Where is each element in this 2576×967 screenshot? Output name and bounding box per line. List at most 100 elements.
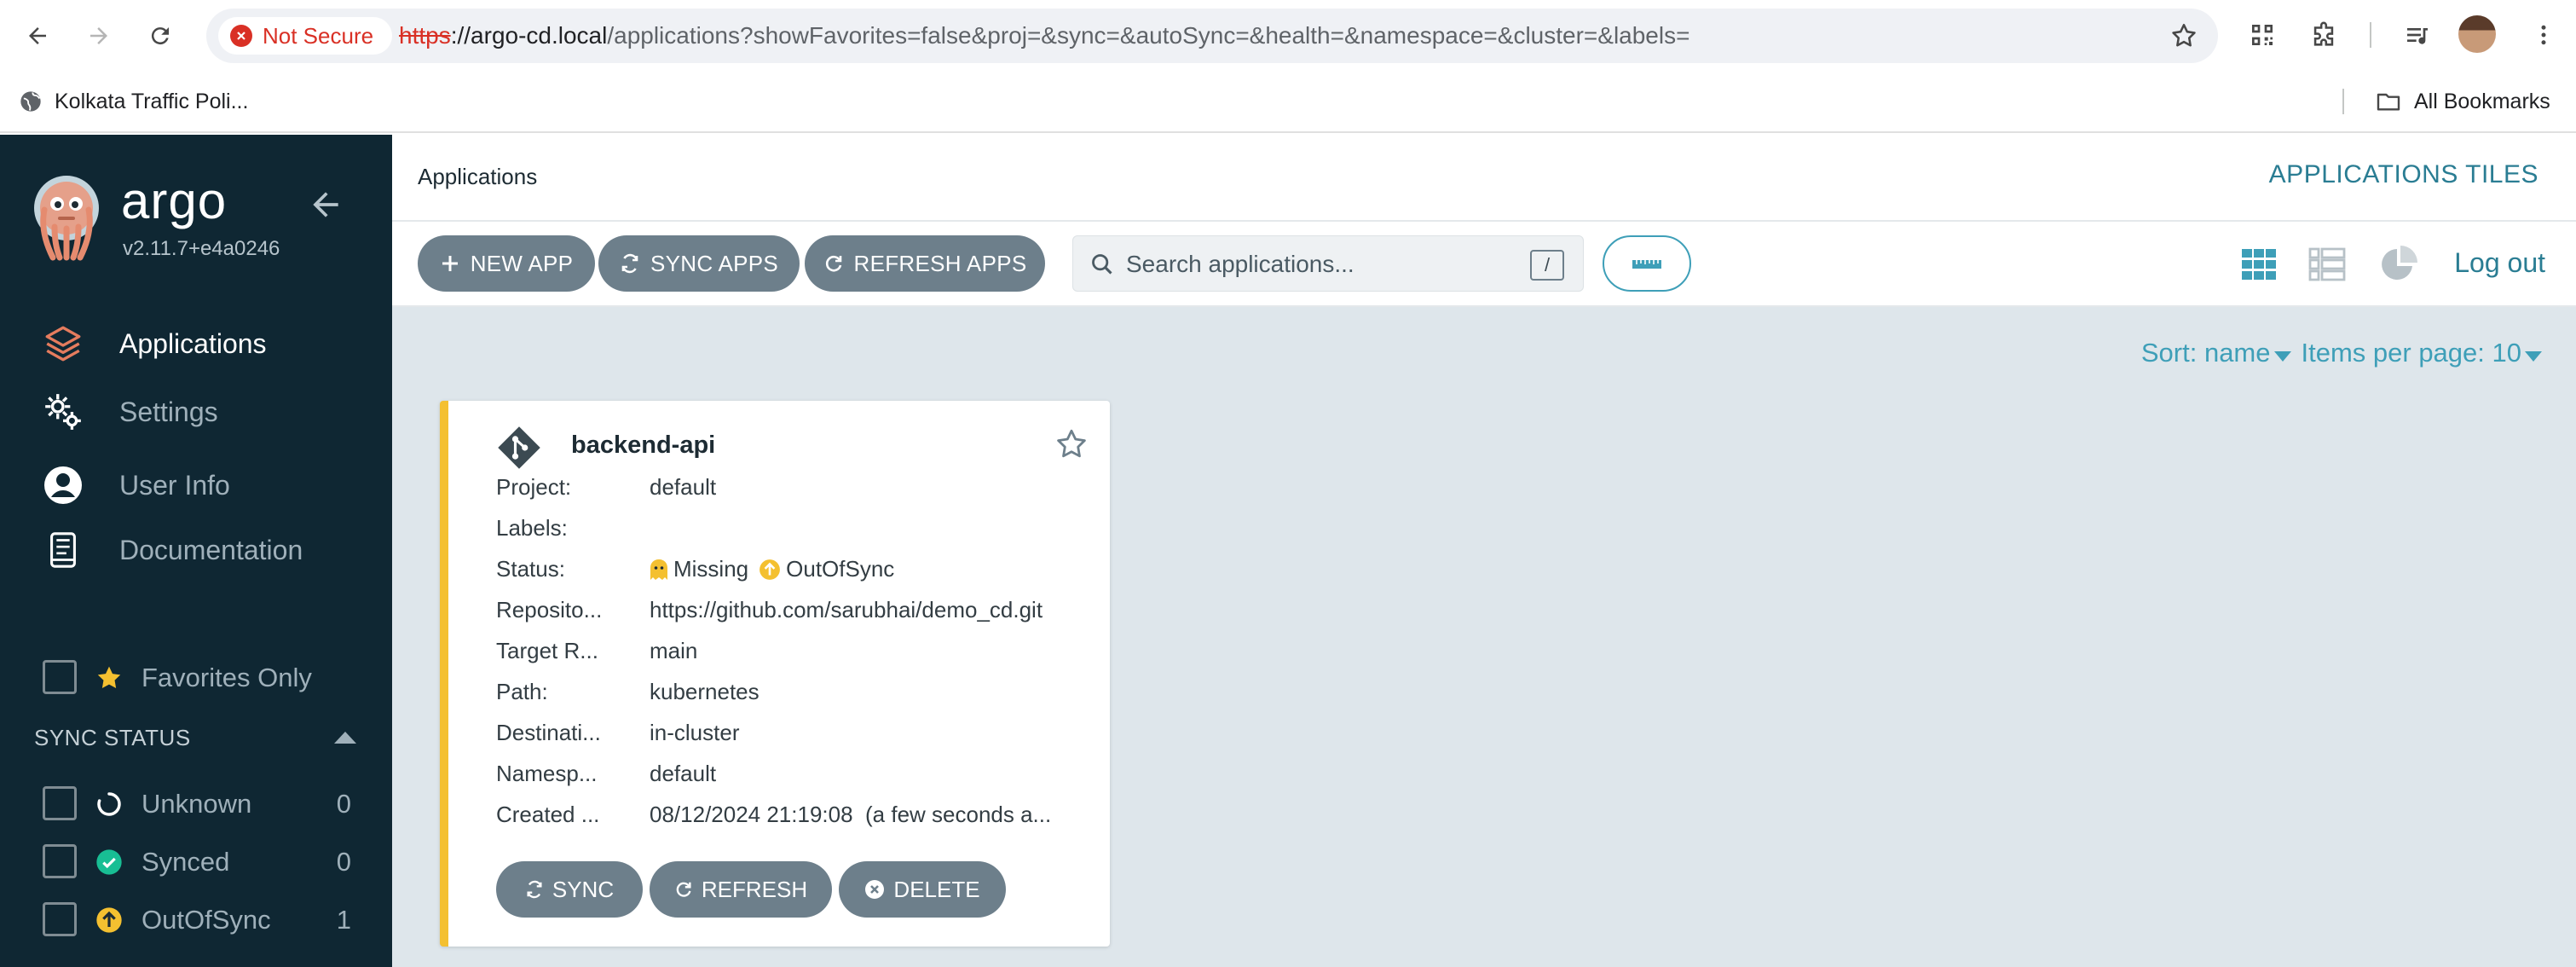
sync-status-heading: SYNC STATUS <box>34 725 191 750</box>
refresh-button[interactable]: REFRESH <box>650 861 832 918</box>
extensions-button[interactable] <box>2303 14 2344 55</box>
summary-pie-view-icon[interactable] <box>2378 244 2419 285</box>
list-view-icon[interactable] <box>2307 244 2348 285</box>
toolbar-divider <box>2370 22 2371 48</box>
favorites-checkbox[interactable] <box>43 660 77 694</box>
outofsync-checkbox[interactable] <box>43 902 77 936</box>
address-bar[interactable]: Not Secure https://argo-cd.local/applica… <box>206 9 2218 63</box>
search-shortcut-hint: / <box>1530 250 1564 281</box>
search-placeholder: Search applications... <box>1126 251 1354 277</box>
collapse-sync-status-icon[interactable] <box>334 732 356 744</box>
tiles-view-icon[interactable] <box>2238 244 2279 285</box>
breadcrumb[interactable]: Applications <box>418 164 537 190</box>
collapse-sidebar-icon[interactable] <box>307 186 344 223</box>
field-destination: Destinati... in-cluster <box>496 720 740 745</box>
field-repository: Reposito... https://github.com/sarubhai/d… <box>496 597 1043 622</box>
bookmark-kolkata-traffic[interactable]: Kolkata Traffic Poli... <box>19 70 248 133</box>
security-label: Not Secure <box>263 22 374 49</box>
folder-icon <box>2377 93 2400 111</box>
profile-avatar[interactable] <box>2458 15 2496 53</box>
search-input[interactable]: Search applications... / <box>1072 235 1584 292</box>
book-icon <box>41 528 85 572</box>
caret-down-icon <box>2525 351 2542 362</box>
security-chip[interactable]: Not Secure <box>218 17 393 55</box>
browser-toolbar: Not Secure https://argo-cd.local/applica… <box>0 0 2576 70</box>
sync-filter-synced: Synced 0 <box>0 836 392 887</box>
forward-button[interactable] <box>75 12 123 60</box>
refresh-apps-button[interactable]: REFRESH APPS <box>805 235 1045 292</box>
sync-filter-unknown: Unknown 0 <box>0 778 392 829</box>
brand-name: argo <box>121 172 228 229</box>
version-label: v2.11.7+e4a0246 <box>123 237 280 260</box>
items-per-page-dropdown[interactable]: Items per page: 10 <box>2302 338 2546 368</box>
sort-dropdown[interactable]: Sort: name <box>2141 338 2295 368</box>
circle-notch-icon <box>97 792 121 816</box>
redo-icon <box>825 255 841 272</box>
logout-link[interactable]: Log out <box>2454 247 2545 279</box>
health-status: Missing <box>673 556 749 582</box>
back-button[interactable] <box>14 12 61 60</box>
puzzle-icon <box>2313 21 2334 46</box>
globe-icon <box>20 91 41 112</box>
sync-icon <box>527 880 542 899</box>
unknown-checkbox[interactable] <box>43 786 77 820</box>
field-project: Project: default <box>496 474 717 500</box>
search-icon <box>1092 254 1112 275</box>
apps-toolbar: NEW APP SYNC APPS REFRESH APPS Search ap… <box>392 222 2576 307</box>
sync-apps-button[interactable]: SYNC APPS <box>598 235 800 292</box>
sort-controls: Sort: name Items per page: 10 <box>2141 338 2545 368</box>
plus-icon <box>442 256 458 271</box>
arrow-up-circle-icon <box>760 559 781 580</box>
field-namespace: Namesp... default <box>496 761 717 786</box>
favorite-star-icon[interactable] <box>1054 426 1089 462</box>
sync-button[interactable]: SYNC <box>496 861 643 918</box>
view-title: APPLICATIONS TILES <box>2268 160 2538 188</box>
ruler-icon <box>1632 260 1661 269</box>
field-status: Status: Missing OutOfSync <box>496 556 895 582</box>
bookmarks-divider <box>2342 89 2344 114</box>
arrow-right-icon <box>90 27 107 44</box>
star-outline-icon <box>2172 23 2196 47</box>
reload-button[interactable] <box>136 12 184 60</box>
nav-applications[interactable]: Applications <box>0 314 392 373</box>
sync-icon <box>621 253 638 274</box>
qr-code-button[interactable] <box>2242 14 2283 55</box>
gears-icon <box>41 390 85 434</box>
arrow-up-circle-icon <box>96 907 122 933</box>
star-filled-icon <box>97 666 121 688</box>
page-header: Applications APPLICATIONS TILES <box>392 135 2576 222</box>
url-text[interactable]: https://argo-cd.local/applications?showF… <box>399 9 1689 63</box>
qr-code-icon <box>2252 25 2273 45</box>
delete-button[interactable]: DELETE <box>839 861 1006 918</box>
filter-toggle-button[interactable] <box>1603 235 1691 292</box>
field-target-revision: Target R... main <box>496 638 698 663</box>
nav-user-info[interactable]: User Info <box>0 455 392 515</box>
caret-down-icon <box>2273 351 2291 362</box>
layers-icon <box>41 321 85 366</box>
favorites-only-filter: Favorites Only <box>0 651 392 703</box>
app-tile[interactable]: backend-api Project: default Labels: Stat… <box>440 401 1110 947</box>
warning-icon <box>230 25 252 47</box>
field-path: Path: kubernetes <box>496 679 760 704</box>
playlist-icon <box>2407 28 2428 44</box>
bookmarks-bar: Kolkata Traffic Poli... All Bookmarks <box>0 70 2576 133</box>
app-name[interactable]: backend-api <box>571 431 715 460</box>
field-created: Created ... 08/12/2024 21:19:08 (a few se… <box>496 802 1052 827</box>
nav-settings[interactable]: Settings <box>0 382 392 442</box>
browser-menu-button[interactable] <box>2523 14 2564 55</box>
new-app-button[interactable]: NEW APP <box>418 235 595 292</box>
nav-documentation[interactable]: Documentation <box>0 520 392 580</box>
ghost-icon <box>650 559 667 580</box>
bookmark-star-button[interactable] <box>2167 19 2201 53</box>
redo-icon <box>676 882 691 897</box>
all-bookmarks-label: All Bookmarks <box>2414 89 2550 113</box>
kebab-menu-icon <box>2541 25 2546 45</box>
all-bookmarks-button[interactable]: All Bookmarks <box>2375 70 2550 133</box>
sync-filter-outofsync: OutOfSync 1 <box>0 894 392 945</box>
applications-tiles: Sort: name Items per page: 10 backend-ap… <box>392 307 2576 967</box>
user-circle-icon <box>41 463 85 507</box>
git-icon <box>498 426 540 469</box>
sidebar: argo v2.11.7+e4a0246 Applications Settin… <box>0 135 392 967</box>
media-controls-button[interactable] <box>2397 14 2438 55</box>
synced-checkbox[interactable] <box>43 844 77 878</box>
